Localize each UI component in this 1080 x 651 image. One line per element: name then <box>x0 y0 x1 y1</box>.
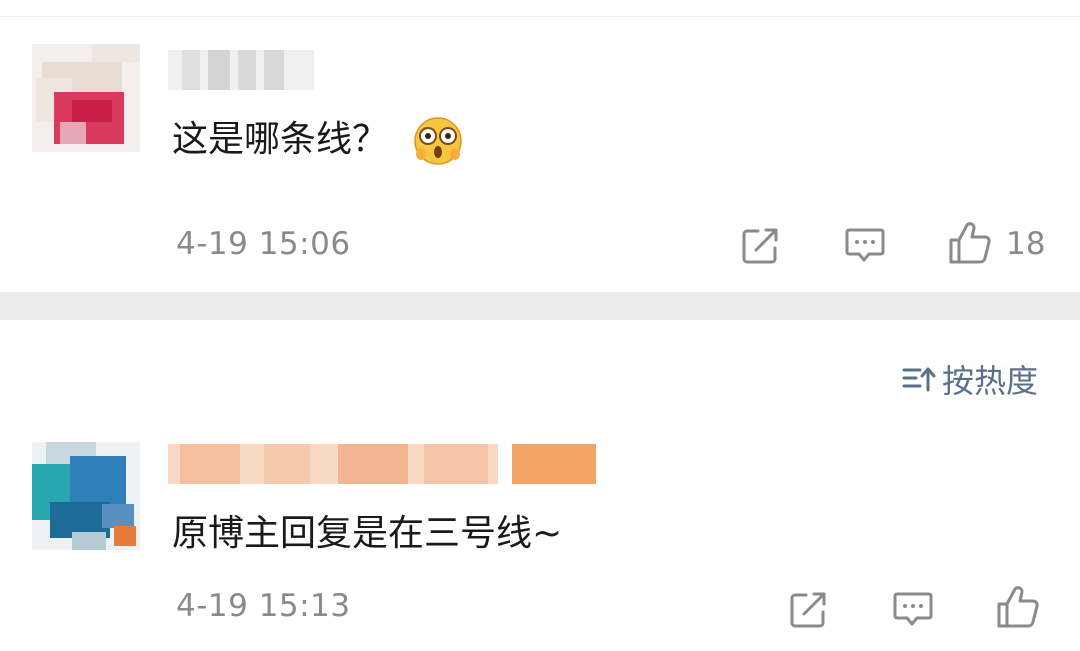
comment-text: 原博主回复是在三号线~ <box>172 513 563 554</box>
thumbs-up-icon <box>949 222 991 264</box>
like-button[interactable] <box>946 220 992 266</box>
top-divider <box>0 16 1080 17</box>
repost-button[interactable] <box>738 222 784 268</box>
section-divider <box>0 292 1080 320</box>
reply-button[interactable] <box>842 222 888 268</box>
repost-icon <box>790 592 826 628</box>
surprised-emoji-icon <box>413 116 463 166</box>
comment-item: 原博主回复是在三号线~ 4-19 15:13 <box>0 430 1080 651</box>
repost-button[interactable] <box>786 586 832 632</box>
comment-text-content: 这是哪条线？ <box>172 119 389 160</box>
repost-icon <box>742 228 778 264</box>
sort-icon <box>902 367 936 392</box>
like-count: 18 <box>1006 226 1046 262</box>
reply-button[interactable] <box>890 586 936 632</box>
thumbs-up-icon <box>997 586 1039 628</box>
username-blurred[interactable] <box>168 50 314 90</box>
comment-icon <box>845 228 885 262</box>
comment-time: 4-19 15:06 <box>176 226 351 262</box>
username-blurred[interactable] <box>168 444 598 484</box>
sort-label: 按热度 <box>941 362 1038 400</box>
comment-item: 这是哪条线？ 4-19 15:06 18 <box>0 30 1080 292</box>
like-button[interactable] <box>994 584 1040 630</box>
sort-button[interactable]: 按热度 <box>902 356 1038 402</box>
comment-icon <box>893 592 933 626</box>
comment-text: 这是哪条线？ <box>172 116 463 166</box>
avatar[interactable] <box>32 44 140 152</box>
avatar[interactable] <box>32 442 140 550</box>
comment-time: 4-19 15:13 <box>176 588 351 624</box>
